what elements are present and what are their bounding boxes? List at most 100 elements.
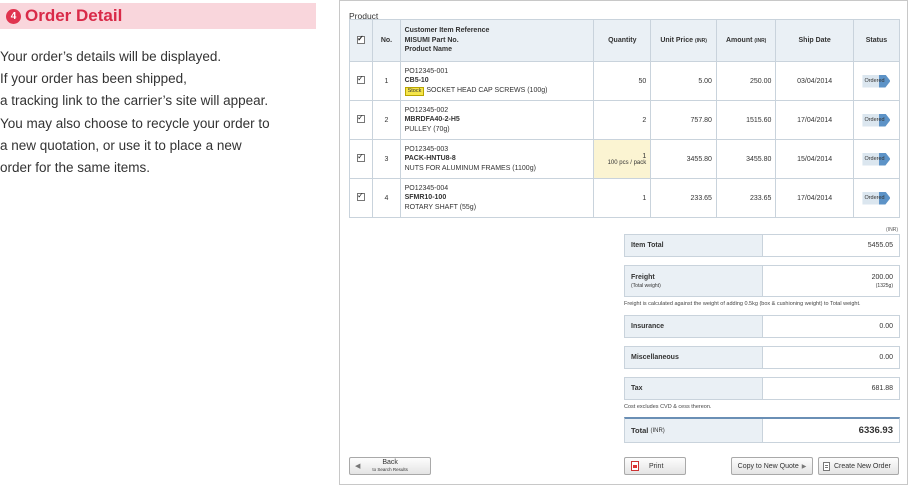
row-checkbox[interactable] <box>357 113 366 123</box>
tax-label: Tax <box>625 378 763 399</box>
row-unit-price: 757.80 <box>650 100 717 140</box>
product-name: SOCKET HEAD CAP SCREWS (100g) <box>426 86 548 94</box>
row-checkbox[interactable] <box>357 152 366 162</box>
item-total-row: Item Total 5455.05 <box>624 234 900 257</box>
row-select-cell[interactable] <box>348 139 374 179</box>
miscellaneous-row: Miscellaneous 0.00 <box>624 346 900 369</box>
freight-label-cell: Freight (Total weight) <box>625 266 763 296</box>
create-new-order-button[interactable]: Create New Order <box>818 457 899 475</box>
description-line: order for the same items. <box>0 160 151 176</box>
select-all-checkbox[interactable] <box>357 34 366 44</box>
customer-ref: PO12345-004 <box>404 184 449 192</box>
freight-value-cell: 200.00 (1325g) <box>763 266 899 296</box>
row-amount: 3455.80 <box>715 139 777 179</box>
header-no: No. <box>372 19 401 62</box>
row-ship-date: 17/04/2014 <box>775 178 854 218</box>
row-quantity-cell: 1 100 pcs / pack <box>593 139 652 179</box>
freight-weight: (1325g) <box>875 282 893 289</box>
row-ship-date: 03/04/2014 <box>775 61 854 101</box>
miscellaneous-label: Miscellaneous <box>625 347 763 368</box>
print-button[interactable]: Print <box>624 457 686 475</box>
header-amount-currency: (INR) <box>754 38 767 44</box>
description-line: a tracking link to the carrier’s site wi… <box>0 93 269 109</box>
miscellaneous-value: 0.00 <box>879 354 893 361</box>
freight-sub-label: (Total weight) <box>631 282 661 289</box>
create-order-label: Create New Order <box>834 462 891 470</box>
order-detail-screen: Product No. Customer Item Reference MISU… <box>339 0 908 485</box>
row-unit-price: 233.65 <box>650 178 717 218</box>
grand-total-row: Total (INR) 6336.93 <box>624 417 900 443</box>
header-quantity: Quantity <box>593 19 652 62</box>
header-part-no: MISUMI Part No. <box>404 36 459 44</box>
stock-badge: Stock <box>404 86 425 96</box>
total-currency: (INR) <box>650 427 665 434</box>
section-title-bar: 4 Order Detail <box>0 3 316 29</box>
copy-quote-label: Copy to New Quote <box>737 462 799 470</box>
customer-ref: PO12345-002 <box>404 106 449 114</box>
freight-label: Freight <box>631 273 655 281</box>
pdf-icon <box>631 461 639 471</box>
row-status-cell: Ordered <box>852 139 901 179</box>
row-quantity: 50 <box>593 61 652 101</box>
header-customer-ref: Customer Item Reference <box>404 27 490 35</box>
insurance-row: Insurance 0.00 <box>624 315 900 338</box>
step-number-badge: 4 <box>6 8 21 24</box>
header-unit-price-currency: (INR) <box>694 38 707 44</box>
total-label-cell: Total (INR) <box>625 419 763 442</box>
print-label: Print <box>649 462 664 470</box>
row-amount: 250.00 <box>715 61 777 101</box>
row-quantity: 2 <box>593 100 652 140</box>
row-unit-price: 5.00 <box>650 61 717 101</box>
row-ship-date: 17/04/2014 <box>775 100 854 140</box>
item-total-value: 5455.05 <box>867 242 893 249</box>
product-name: PULLEY (70g) <box>404 125 450 133</box>
product-name-line: Stock SOCKET HEAD CAP SCREWS (100g) <box>404 86 590 96</box>
description-line: a new quotation, or use it to place a ne… <box>0 137 242 153</box>
tax-row: Tax 681.88 <box>624 377 900 400</box>
row-select-cell[interactable] <box>348 100 374 140</box>
table-row: 2 PO12345-002 MBRDFA40-2-H5 PULLEY (70g)… <box>348 100 901 140</box>
tax-value: 681.88 <box>871 385 893 392</box>
part-number: PACK-HNTU8-8 <box>404 155 456 163</box>
description-line: Your order’s details will be displayed. <box>0 49 222 64</box>
row-number: 1 <box>372 61 401 101</box>
row-checkbox[interactable] <box>357 74 366 84</box>
customer-ref: PO12345-003 <box>404 145 449 153</box>
row-reference: PO12345-002 MBRDFA40-2-H5 PULLEY (70g) <box>399 100 595 140</box>
row-status-cell: Ordered <box>852 100 901 140</box>
back-label: Back <box>382 459 398 466</box>
row-number: 2 <box>372 100 401 140</box>
row-amount: 233.65 <box>715 178 777 218</box>
play-arrow-icon: ▶ <box>801 463 807 470</box>
insurance-value: 0.00 <box>879 323 893 330</box>
row-status-cell: Ordered <box>852 61 901 101</box>
product-name: ROTARY SHAFT (55g) <box>404 203 477 211</box>
document-icon <box>823 461 830 471</box>
row-checkbox[interactable] <box>357 191 366 201</box>
part-number: CB5-10 <box>404 77 429 84</box>
header-ship-date: Ship Date <box>775 19 854 62</box>
back-sub-label: to Search Results <box>372 467 408 472</box>
header-amount: Amount (INR) <box>715 19 777 62</box>
header-amount-label: Amount <box>726 37 753 44</box>
row-select-cell[interactable] <box>348 178 374 218</box>
copy-to-new-quote-button[interactable]: Copy to New Quote ▶ <box>731 457 813 475</box>
header-product-name: Product Name <box>404 46 453 54</box>
description-line: You may also choose to recycle your orde… <box>0 115 270 131</box>
item-total-label: Item Total <box>625 235 763 256</box>
row-reference: PO12345-003 PACK-HNTU8-8 NUTS FOR ALUMIN… <box>399 139 595 179</box>
row-unit-price: 3455.80 <box>650 139 717 179</box>
header-select-all[interactable] <box>348 19 374 62</box>
table-row: 4 PO12345-004 SFMR10-100 ROTARY SHAFT (5… <box>348 178 901 218</box>
header-reference: Customer Item Reference MISUMI Part No. … <box>399 19 595 62</box>
description-line: If your order has been shipped, <box>0 71 187 87</box>
row-status-cell: Ordered <box>852 178 901 218</box>
pack-note: 100 pcs / pack <box>607 159 647 166</box>
back-to-search-button[interactable]: ◀ Back to Search Results <box>349 457 431 475</box>
row-quantity: 1 <box>593 178 652 218</box>
table-header-row: No. Customer Item Reference MISUMI Part … <box>348 19 901 62</box>
row-amount: 1515.60 <box>715 100 777 140</box>
header-status: Status <box>852 19 901 62</box>
row-select-cell[interactable] <box>348 61 374 101</box>
currency-note: (INR) <box>886 227 898 233</box>
